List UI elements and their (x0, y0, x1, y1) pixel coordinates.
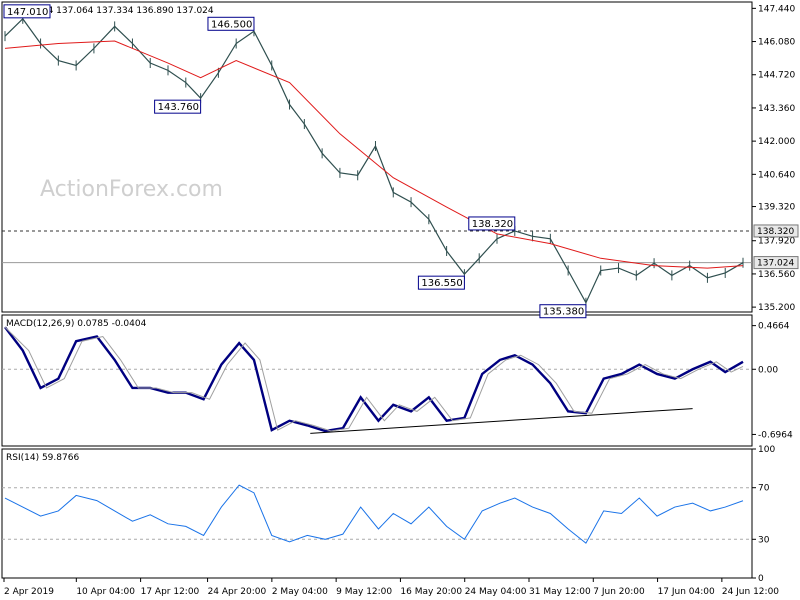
xtick-label: 24 Jun 12:00 (722, 587, 779, 597)
xtick-label: 9 May 12:00 (336, 587, 392, 597)
price-callout-label: 135.380 (543, 307, 584, 318)
price-callout-label: 147.010 (7, 7, 48, 18)
chart-background (0, 0, 800, 600)
price-ytick-label: 136.560 (758, 270, 795, 280)
xtick-label: 2 May 04:00 (272, 587, 328, 597)
rsi-ytick-label: 0 (758, 574, 764, 584)
xtick-label: 31 May 12:00 (529, 587, 591, 597)
price-ytick-label: 147.440 (758, 4, 795, 14)
rsi-ytick-label: 30 (758, 535, 770, 545)
xtick-label: 17 Apr 12:00 (141, 587, 200, 597)
price-callout-label: 143.760 (158, 102, 199, 113)
price-ytick-label: 143.360 (758, 104, 795, 114)
xtick-label: 2 Apr 2019 (4, 587, 54, 597)
xtick-label: 7 Jun 20:00 (593, 587, 645, 597)
price-ytick-label: 139.320 (758, 203, 795, 213)
price-callout-label: 138.320 (472, 219, 513, 230)
price-ytick-label: 146.080 (758, 38, 795, 48)
price-ytick-label: 144.720 (758, 71, 795, 81)
rsi-ytick-label: 70 (758, 484, 770, 494)
macd-ytick-label: -0.6964 (758, 430, 793, 440)
xtick-label: 10 Apr 04:00 (76, 587, 135, 597)
rsi-title: RSI(14) 59.8766 (6, 453, 79, 463)
xtick-label: 24 Apr 20:00 (208, 587, 267, 597)
macd-title: MACD(12,26,9) 0.0785 -0.0404 (6, 319, 147, 329)
price-ytick-label: 137.920 (758, 237, 795, 247)
chart-canvas: 147.440 146.080 144.720 143.360 142.000 140.6… (0, 0, 800, 600)
macd-ytick-label: 0.4664 (758, 322, 790, 332)
price-ytick-label: 142.000 (758, 137, 795, 147)
price-ytick-label: 135.200 (758, 303, 795, 313)
price-callout-label: 136.550 (421, 278, 462, 289)
reference-price-label: 138.320 (757, 227, 794, 237)
last-price-label: 137.024 (757, 259, 794, 269)
price-ytick-label: 140.640 (758, 170, 795, 180)
price-callout-label: 146.500 (211, 19, 252, 30)
xtick-label: 24 May 04:00 (465, 587, 527, 597)
xtick-label: 16 May 20:00 (400, 587, 462, 597)
macd-ytick-label: 0.00 (758, 365, 778, 375)
watermark-text: ActionForex.com (40, 177, 223, 202)
xtick-label: 17 Jun 04:00 (658, 587, 715, 597)
rsi-ytick-label: 100 (758, 445, 775, 455)
